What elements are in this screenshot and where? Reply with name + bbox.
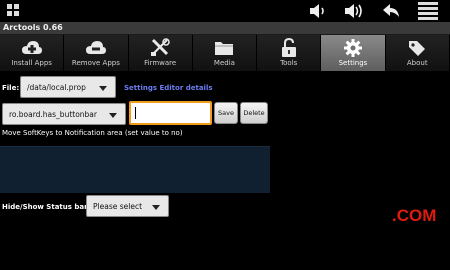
- tab-label: Tools: [280, 59, 298, 67]
- chevron-down-icon: [152, 205, 160, 210]
- status-bar-setting-label: Hide/Show Status bar:: [2, 203, 91, 211]
- tab-tools[interactable]: Tools: [257, 35, 322, 71]
- tab-label: Install Apps: [11, 59, 52, 67]
- tab-bar: Install Apps Remove Apps Firmware Media …: [0, 35, 450, 71]
- status-bar-select[interactable]: Please select: [86, 195, 169, 217]
- app-title: Arctools 0.66: [3, 23, 63, 32]
- status-bar-select-value: Please select: [93, 202, 143, 211]
- system-status-bar: [0, 0, 450, 22]
- folder-icon: [213, 38, 235, 58]
- install-apps-icon: [21, 38, 43, 58]
- property-select[interactable]: ro.board.has_buttonbar: [2, 103, 126, 125]
- tag-icon: [406, 38, 428, 58]
- grid-icon[interactable]: [5, 1, 27, 21]
- tab-label: About: [406, 59, 428, 67]
- text-cursor: [135, 107, 136, 119]
- chevron-down-icon: [109, 113, 117, 118]
- tab-firmware[interactable]: Firmware: [128, 35, 193, 71]
- property-value-input[interactable]: [129, 101, 212, 125]
- property-info-panel: [0, 146, 270, 193]
- file-label: File:: [2, 84, 20, 92]
- remove-apps-icon: [85, 38, 107, 58]
- unlock-icon: [278, 38, 300, 58]
- tab-remove-apps[interactable]: Remove Apps: [64, 35, 129, 71]
- file-select-value: /data/local.prop: [27, 83, 86, 92]
- tab-media[interactable]: Media: [192, 35, 258, 71]
- tab-settings[interactable]: Settings: [321, 35, 386, 71]
- settings-editor-details-link[interactable]: Settings Editor details: [124, 84, 213, 92]
- tab-label: Settings: [338, 59, 368, 67]
- watermark: .COM: [392, 206, 437, 225]
- app-title-bar: Arctools 0.66: [0, 22, 450, 35]
- property-select-value: ro.board.has_buttonbar: [9, 110, 97, 119]
- back-icon[interactable]: [380, 1, 402, 21]
- tab-about[interactable]: About: [385, 35, 450, 71]
- delete-button[interactable]: Delete: [240, 102, 268, 124]
- firmware-tools-icon: [149, 38, 171, 58]
- tab-label: Firmware: [144, 59, 177, 67]
- tab-install-apps[interactable]: Install Apps: [0, 35, 65, 71]
- property-description: Move SoftKeys to Notification area (set …: [2, 129, 183, 137]
- volume-down-icon[interactable]: [306, 1, 328, 21]
- volume-up-icon[interactable]: [343, 1, 365, 21]
- gear-icon: [342, 38, 364, 58]
- chevron-down-icon: [99, 86, 107, 91]
- tab-label: Media: [213, 59, 235, 67]
- tab-label: Remove Apps: [71, 59, 120, 67]
- file-select[interactable]: /data/local.prop: [20, 76, 116, 98]
- save-button[interactable]: Save: [214, 102, 238, 124]
- menu-icon[interactable]: [417, 1, 439, 21]
